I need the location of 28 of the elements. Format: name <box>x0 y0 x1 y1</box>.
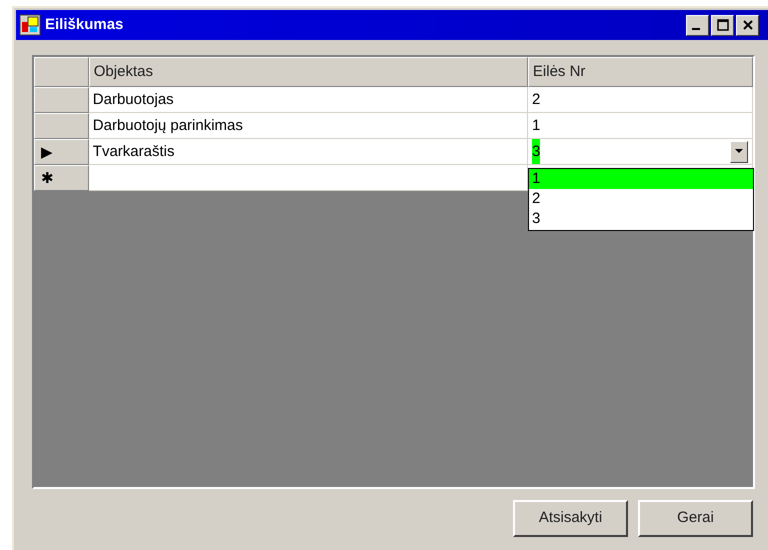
window-title: Eiliškumas <box>45 14 124 35</box>
maximize-button[interactable] <box>711 14 734 36</box>
corner-header <box>34 57 89 87</box>
column-header[interactable]: Eilės Nr <box>528 57 753 87</box>
row-marker: ▶ <box>41 144 53 160</box>
minimize-button[interactable] <box>686 14 709 36</box>
dropdown-button[interactable] <box>730 140 748 162</box>
dropdown-option[interactable]: 1 <box>529 169 753 189</box>
table-cell: Darbuotojų parinkimas <box>88 113 528 139</box>
minimize-icon <box>692 28 700 30</box>
app-icon <box>19 14 41 36</box>
maximize-icon <box>716 19 728 31</box>
table-cell: 2 <box>528 87 753 113</box>
table-cell: 1 <box>528 113 753 139</box>
close-button[interactable] <box>736 14 759 36</box>
row-header[interactable] <box>34 113 89 139</box>
row-header[interactable] <box>34 87 89 113</box>
column-header[interactable]: Objektas <box>88 57 528 87</box>
caret-icon <box>735 149 743 154</box>
row-marker: ✱ <box>41 170 54 186</box>
table-cell: Darbuotojas <box>88 87 528 113</box>
combo-box[interactable]: 3 <box>528 139 753 165</box>
dialog-button[interactable]: Atsisakyti <box>513 500 628 537</box>
row-header[interactable]: ✱ <box>34 165 89 191</box>
close-icon <box>742 19 754 31</box>
dialog-button[interactable]: Gerai <box>638 500 753 537</box>
table-cell: Tvarkaraštis <box>88 139 528 165</box>
row-header[interactable]: ▶ <box>34 139 89 165</box>
